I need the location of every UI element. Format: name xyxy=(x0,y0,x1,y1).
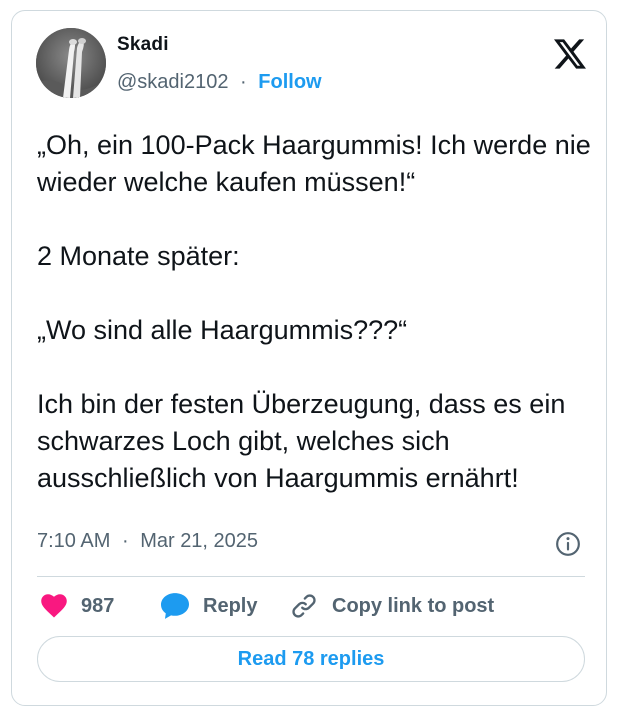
avatar[interactable] xyxy=(36,28,106,98)
like-button[interactable]: 987 xyxy=(41,589,114,623)
link-icon xyxy=(292,594,316,618)
tweet-time[interactable]: 7:10 AM xyxy=(37,530,110,552)
info-icon[interactable] xyxy=(555,531,581,557)
tweet-card: Skadi @skadi2102 · Follow „Oh, ein 100-P… xyxy=(11,10,607,706)
follow-button[interactable]: Follow xyxy=(258,71,321,93)
author-handle[interactable]: @skadi2102 xyxy=(117,71,228,93)
reply-label: Reply xyxy=(203,594,258,617)
separator-dot: · xyxy=(121,530,129,552)
tweet-date[interactable]: Mar 21, 2025 xyxy=(140,530,258,552)
copy-link-button[interactable]: Copy link to post xyxy=(290,589,494,623)
heart-icon xyxy=(41,594,67,618)
speech-bubble-icon xyxy=(161,593,189,619)
reply-button[interactable]: Reply xyxy=(161,589,257,623)
read-replies-button[interactable]: Read 78 replies xyxy=(37,636,585,682)
tweet-text: „Oh, ein 100-Pack Haargummis! Ich werde … xyxy=(37,130,591,493)
divider xyxy=(37,576,585,577)
copy-link-label: Copy link to post xyxy=(332,594,495,617)
like-count: 987 xyxy=(81,594,115,617)
handle-row: @skadi2102 · Follow xyxy=(117,71,322,94)
x-logo-icon[interactable] xyxy=(554,39,586,69)
author-name[interactable]: Skadi xyxy=(117,34,169,56)
timestamp-row[interactable]: 7:10 AM · Mar 21, 2025 xyxy=(37,530,258,553)
separator-dot: · xyxy=(240,71,247,93)
avatar-image xyxy=(36,28,106,98)
